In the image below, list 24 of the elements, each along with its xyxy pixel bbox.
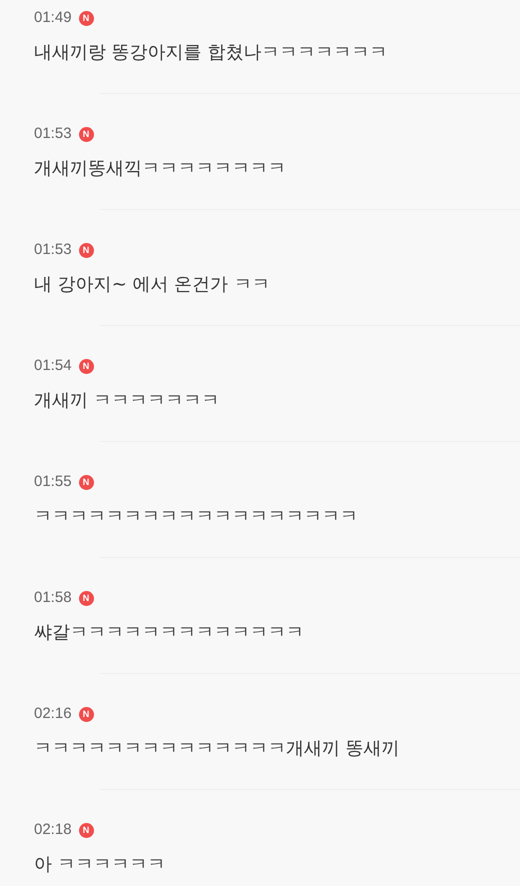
new-badge: N — [78, 10, 94, 26]
comment-time: 01:53 — [34, 240, 72, 260]
comment-time: 02:18 — [34, 820, 72, 840]
new-badge: N — [78, 590, 94, 606]
comment-time: 01:54 — [34, 356, 72, 376]
comment-text: ㅋㅋㅋㅋㅋㅋㅋㅋㅋㅋㅋㅋㅋㅋㅋㅋㅋㅋ — [34, 505, 359, 529]
comment-text: ㅋㅋㅋㅋㅋㅋㅋㅋㅋㅋㅋㅋㅋㅋ개새끼 똥새끼 — [34, 737, 401, 761]
new-badge: N — [78, 242, 94, 258]
new-badge: N — [78, 358, 94, 374]
comment-text: 개새끼똥새끽ㅋㅋㅋㅋㅋㅋㅋㅋ — [34, 157, 287, 181]
comment-time: 01:55 — [34, 472, 72, 492]
comment-text: 내새끼랑 똥강아지를 합쳤나ㅋㅋㅋㅋㅋㅋㅋ — [34, 41, 388, 65]
new-badge: N — [78, 126, 94, 142]
comment-time: 01:53 — [34, 124, 72, 144]
new-badge: N — [78, 474, 94, 490]
comment-text: 개새끼 ㅋㅋㅋㅋㅋㅋㅋ — [34, 389, 221, 413]
new-badge: N — [78, 822, 94, 838]
comment-text: 아 ㅋㅋㅋㅋㅋㅋ — [34, 853, 167, 877]
comment-text: 쌰갈ㅋㅋㅋㅋㅋㅋㅋㅋㅋㅋㅋㅋㅋ — [34, 621, 305, 645]
comment-time: 01:58 — [34, 588, 72, 608]
comment-time: 01:49 — [34, 8, 72, 28]
new-badge: N — [78, 706, 94, 722]
comment-time: 02:16 — [34, 704, 72, 724]
comment-text: 내 강아지~ 에서 온건가 ㅋㅋ — [34, 273, 271, 297]
